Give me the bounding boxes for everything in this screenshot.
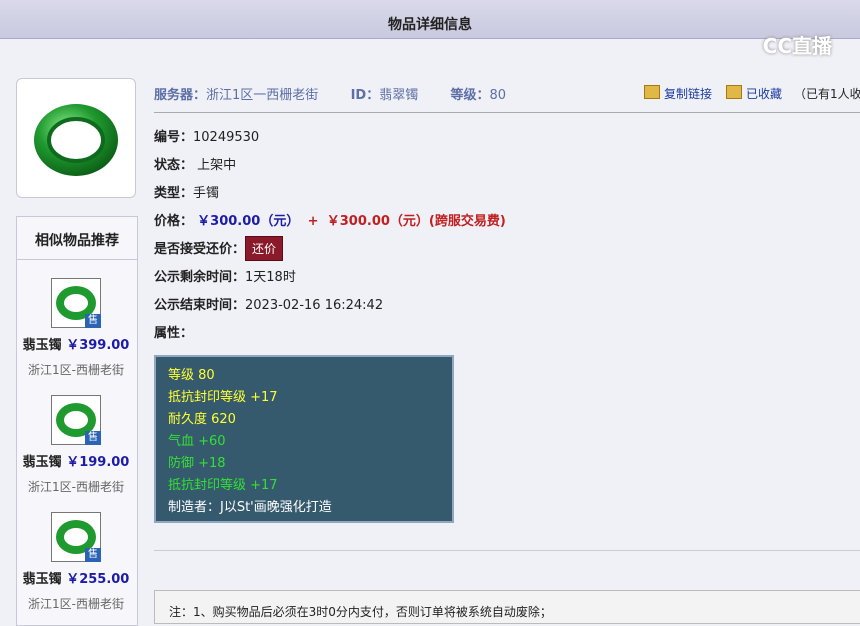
id-value: 翡翠镯 xyxy=(379,88,419,103)
item-image-panel xyxy=(16,78,136,198)
end-value: 2023-02-16 16:24:42 xyxy=(245,298,384,313)
similar-item-server: 浙江1区-西栅老街 xyxy=(28,480,124,494)
similar-item-name[interactable]: 翡玉镯 ￥199.00 xyxy=(16,451,136,470)
similar-item-title: 翡玉镯 xyxy=(22,572,62,587)
remain-label: 公示剩余时间： xyxy=(154,270,246,285)
attribute-box: 等级 80 抵抗封印等级 +17 耐久度 620 气血 +60 防御 +18 抵抗封印等级… xyxy=(154,355,454,523)
similar-item-price: ￥199.00 xyxy=(66,455,130,470)
page-title: 物品详细信息 xyxy=(388,17,472,33)
type-label: 类型： xyxy=(154,186,194,201)
attribute-line: 制造者：J以St'画晚强化打造 xyxy=(168,500,332,515)
status-value: 上架中 xyxy=(197,158,237,173)
cc-logo: CC直播 xyxy=(762,34,832,58)
jade-bracelet-icon[interactable]: 售 xyxy=(51,395,101,445)
server-label: 服务器： xyxy=(154,88,207,103)
similar-item-price: ￥399.00 xyxy=(66,338,130,353)
similar-item-server: 浙江1区-西栅老街 xyxy=(28,597,124,611)
jade-bracelet-icon[interactable]: 售 xyxy=(51,512,101,562)
type-value: 手镯 xyxy=(193,186,220,201)
copy-link-icon xyxy=(644,85,660,99)
attr-row: 属性： xyxy=(154,322,193,341)
price-value: ￥300.00（元） xyxy=(197,214,300,229)
counter-offer-label: 是否接受还价： xyxy=(154,242,246,257)
jade-bracelet-icon[interactable]: 售 xyxy=(51,278,101,328)
favorite-button[interactable]: 已收藏 xyxy=(726,85,782,102)
attribute-line: 气血 +60 xyxy=(168,434,226,449)
similar-item-name[interactable]: 翡玉镯 ￥255.00 xyxy=(16,568,136,587)
sell-badge: 售 xyxy=(85,314,101,328)
copy-link-label: 复制链接 xyxy=(664,87,713,101)
number-label: 编号： xyxy=(154,130,194,145)
id-label: ID： xyxy=(350,88,380,103)
end-row: 公示结束时间：2023-02-16 16:24:42 xyxy=(154,294,383,313)
attribute-line: 防御 +18 xyxy=(168,456,226,471)
server-value: 浙江1区一西栅老街 xyxy=(206,88,319,103)
similar-item-title: 翡玉镯 xyxy=(22,455,62,470)
similar-item[interactable]: 售翡玉镯 ￥199.00 浙江1区-西栅老街 xyxy=(16,395,136,495)
attribute-line: 抵抗封印等级 +17 xyxy=(168,478,278,493)
divider xyxy=(154,550,860,551)
purchase-note: 注：1、购买物品后必须在3时0分内支付，否则订单将被系统自动废除； xyxy=(154,590,860,624)
similar-item-server: 浙江1区-西栅老街 xyxy=(28,363,124,377)
counter-offer-row: 是否接受还价： 还价 xyxy=(154,236,284,261)
plus-sign: + xyxy=(307,214,319,229)
number-value: 10249530 xyxy=(193,130,260,145)
status-label: 状态： xyxy=(154,158,194,173)
favorite-label: 已收藏 xyxy=(746,87,783,101)
divider xyxy=(154,112,860,113)
type-row: 类型：手镯 xyxy=(154,182,219,201)
status-row: 状态： 上架中 xyxy=(154,154,236,173)
copy-link-button[interactable]: 复制链接 xyxy=(644,85,712,102)
level-label: 等级： xyxy=(450,88,490,103)
sell-badge: 售 xyxy=(85,431,101,445)
similar-item-name[interactable]: 翡玉镯 ￥399.00 xyxy=(16,334,136,353)
favorite-count: （已有1人收藏 xyxy=(794,87,860,101)
jade-bracelet-icon xyxy=(34,104,118,176)
counter-offer-button[interactable]: 还价 xyxy=(245,236,284,261)
price-row: 价格： ￥300.00（元） + ￥300.00（元）(跨服交易费) xyxy=(154,210,506,229)
similar-item-title: 翡玉镯 xyxy=(22,338,62,353)
item-image xyxy=(16,78,136,198)
attribute-line: 耐久度 620 xyxy=(168,412,236,427)
title-bar: 物品详细信息 xyxy=(0,0,860,39)
similar-items-title: 相似物品推荐 xyxy=(17,217,137,260)
similar-item[interactable]: 售翡玉镯 ￥399.00 浙江1区-西栅老街 xyxy=(16,278,136,378)
fee-value: ￥300.00（元）(跨服交易费) xyxy=(326,214,506,229)
attr-label: 属性： xyxy=(154,326,194,341)
favorite-icon xyxy=(726,85,742,99)
price-label: 价格： xyxy=(154,214,194,229)
remain-row: 公示剩余时间：1天18时 xyxy=(154,266,296,285)
remain-value: 1天18时 xyxy=(245,270,296,285)
similar-item-price: ￥255.00 xyxy=(66,572,130,587)
level-value: 80 xyxy=(489,88,507,103)
number-row: 编号：10249530 xyxy=(154,126,259,145)
attribute-line: 等级 80 xyxy=(168,368,215,383)
end-label: 公示结束时间： xyxy=(154,298,246,313)
similar-item[interactable]: 售翡玉镯 ￥255.00 浙江1区-西栅老街 xyxy=(16,512,136,612)
attribute-line: 抵抗封印等级 +17 xyxy=(168,390,278,405)
sell-badge: 售 xyxy=(85,548,101,562)
